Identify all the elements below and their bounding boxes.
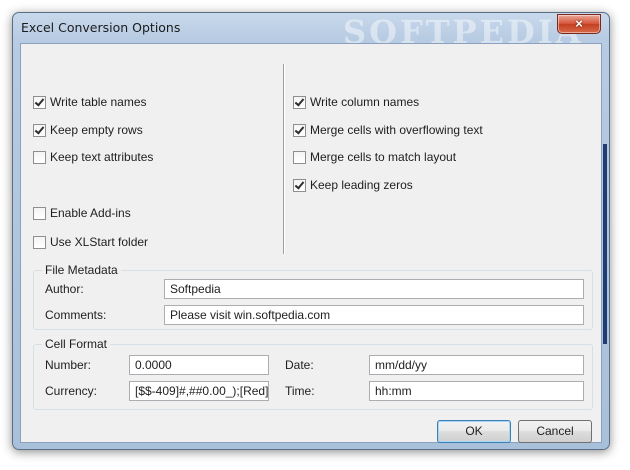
author-input[interactable]: Softpedia [164,279,584,299]
time-label: Time: [285,384,315,398]
ok-button[interactable]: OK [437,420,511,443]
checkbox-box [33,150,46,164]
cell-format-title: Cell Format [42,337,111,351]
dialog-client-area: Write table names Keep empty rows Keep t… [20,43,607,443]
checkbox-box [293,95,306,109]
checkbox-box [33,123,46,137]
merge-overflowing-checkbox[interactable]: Merge cells with overflowing text [293,122,483,138]
checkbox-label: Merge cells with overflowing text [310,123,483,137]
background-strip [603,144,607,344]
comments-label: Comments: [45,308,107,322]
checkbox-label: Write column names [310,95,420,109]
checkbox-label: Keep text attributes [50,150,154,164]
vertical-separator [283,64,285,254]
number-format-input[interactable]: 0.0000 [129,355,269,375]
currency-format-input[interactable]: [$$-409]#,##0.00_);[Red] [129,381,269,401]
date-label: Date: [285,358,314,372]
write-column-names-checkbox[interactable]: Write column names [293,94,419,110]
use-xlstart-folder-checkbox[interactable]: Use XLStart folder [33,234,148,250]
checkbox-box [33,235,46,249]
time-format-input[interactable]: hh:mm [369,381,584,401]
close-button[interactable]: × [557,14,601,34]
keep-empty-rows-checkbox[interactable]: Keep empty rows [33,122,143,138]
checkbox-box [293,178,306,192]
checkbox-label: Enable Add-ins [50,206,131,220]
checkbox-label: Keep leading zeros [310,178,413,192]
number-label: Number: [45,358,92,372]
file-metadata-title: File Metadata [42,263,121,277]
checkbox-box [33,206,46,220]
checkbox-box [293,150,306,164]
checkbox-box [293,123,306,137]
keep-leading-zeros-checkbox[interactable]: Keep leading zeros [293,177,413,193]
enable-add-ins-checkbox[interactable]: Enable Add-ins [33,205,131,221]
currency-label: Currency: [45,384,98,398]
checkbox-label: Keep empty rows [50,123,143,137]
keep-text-attributes-checkbox[interactable]: Keep text attributes [33,149,153,165]
cancel-button[interactable]: Cancel [518,420,592,443]
comments-input[interactable]: Please visit win.softpedia.com [164,305,584,325]
merge-match-layout-checkbox[interactable]: Merge cells to match layout [293,149,456,165]
checkbox-label: Write table names [50,95,147,109]
window-title: Excel Conversion Options [21,20,181,35]
date-format-input[interactable]: mm/dd/yy [369,355,584,375]
close-icon: × [575,16,583,31]
checkbox-box [33,95,46,109]
write-table-names-checkbox[interactable]: Write table names [33,94,147,110]
checkbox-label: Merge cells to match layout [310,150,457,164]
checkbox-label: Use XLStart folder [50,235,149,249]
dialog-window: SOFTPEDIA Excel Conversion Options × Wri… [12,12,610,450]
author-label: Author: [45,282,84,296]
